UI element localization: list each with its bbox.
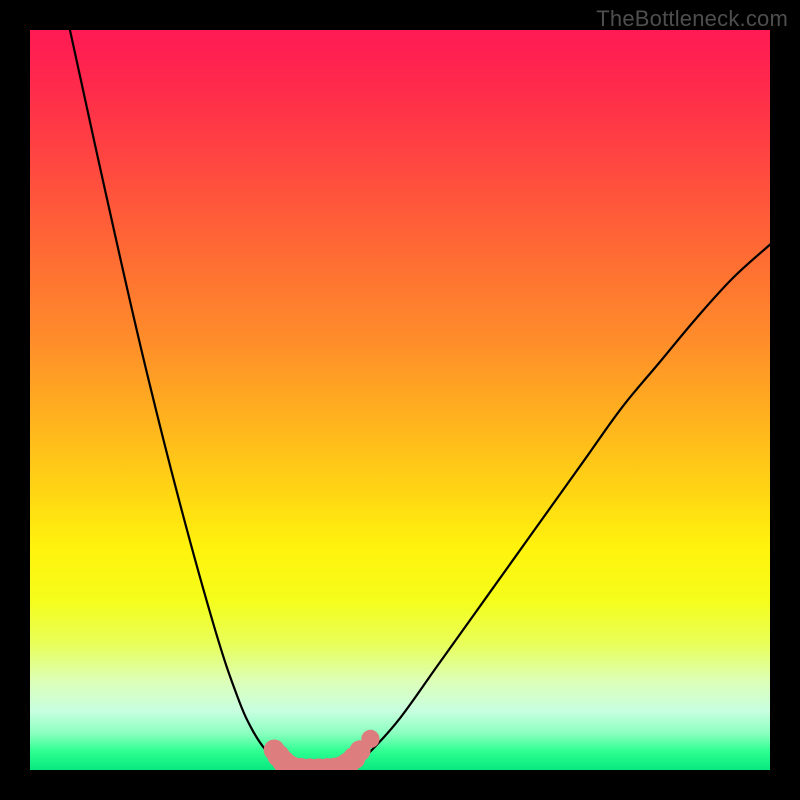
chart-frame: TheBottleneck.com (0, 0, 800, 800)
gradient-background (30, 30, 770, 770)
watermark-text: TheBottleneck.com (596, 6, 788, 32)
